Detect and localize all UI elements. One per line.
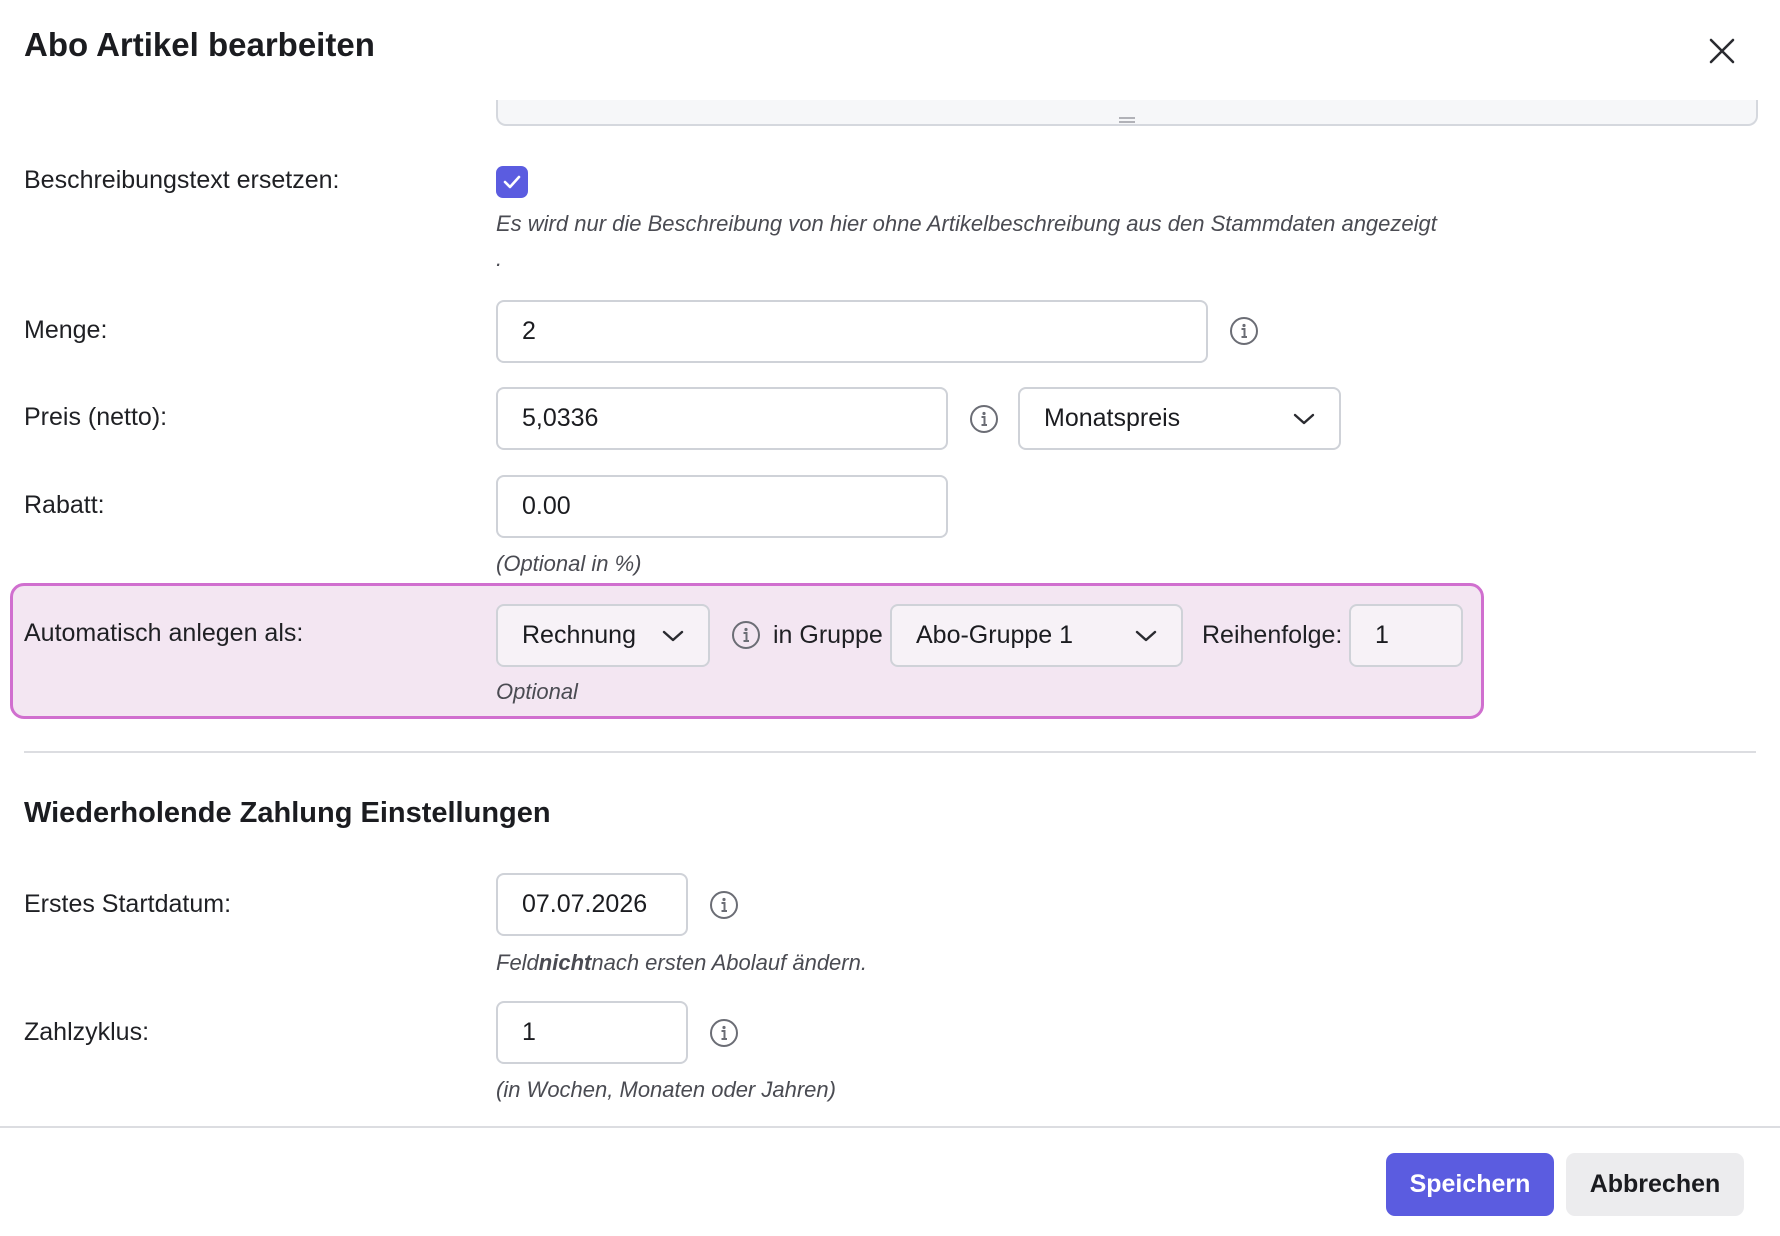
auto-create-group-select[interactable]: Abo-Gruppe 1 <box>890 604 1183 667</box>
auto-create-order-input[interactable]: 1 <box>1349 604 1463 667</box>
start-date-hint-prefix: Feld <box>496 950 539 975</box>
start-date-hint: Feldnichtnach ersten Abolauf ändern. <box>496 950 867 976</box>
start-date-info-icon[interactable] <box>709 890 739 920</box>
cycle-label: Zahlzyklus: <box>24 1018 150 1046</box>
cancel-button[interactable]: Abbrechen <box>1566 1153 1744 1216</box>
section-divider <box>24 751 1756 753</box>
description-replace-label: Beschreibungstext ersetzen: <box>24 166 340 194</box>
footer-divider <box>0 1126 1780 1128</box>
quantity-label: Menge: <box>24 316 108 344</box>
auto-create-hint: Optional <box>496 679 578 704</box>
close-icon[interactable] <box>1705 34 1739 68</box>
start-date-hint-bold: nicht <box>538 950 592 975</box>
quantity-info-icon[interactable] <box>1229 316 1259 346</box>
chevron-down-icon <box>662 630 684 641</box>
auto-create-order-value: 1 <box>1375 621 1389 649</box>
start-date-hint-suffix: nach ersten Abolauf ändern. <box>591 950 867 975</box>
check-icon <box>503 175 521 189</box>
start-date-label: Erstes Startdatum: <box>24 890 232 918</box>
auto-create-label: Automatisch anlegen als: <box>24 619 304 647</box>
auto-create-group-value: Abo-Gruppe 1 <box>916 621 1074 649</box>
price-period-value: Monatspreis <box>1044 404 1181 432</box>
price-period-select[interactable]: Monatspreis <box>1018 387 1341 450</box>
description-replace-hint-dot: . <box>496 246 503 271</box>
start-date-value: 07.07.2026 <box>522 890 648 918</box>
auto-create-type-select[interactable]: Rechnung <box>496 604 710 667</box>
auto-create-highlight <box>10 583 1484 719</box>
auto-create-info-icon[interactable] <box>731 620 761 650</box>
discount-hint: (Optional in %) <box>496 551 642 576</box>
cycle-value: 1 <box>522 1018 536 1046</box>
quantity-value: 2 <box>522 317 536 345</box>
description-replace-hint: Es wird nur die Beschreibung von hier oh… <box>496 211 1437 236</box>
cycle-hint: (in Wochen, Monaten oder Jahren) <box>496 1077 836 1102</box>
save-button[interactable]: Speichern <box>1386 1153 1554 1216</box>
price-info-icon[interactable] <box>969 404 999 434</box>
cycle-info-icon[interactable] <box>709 1018 739 1048</box>
quantity-input[interactable]: 2 <box>496 300 1208 363</box>
chevron-down-icon <box>1293 413 1315 424</box>
resize-grip-icon[interactable] <box>1119 111 1135 123</box>
cycle-input[interactable]: 1 <box>496 1001 688 1064</box>
auto-create-order-label: Reihenfolge: <box>1202 621 1343 649</box>
price-value: 5,0336 <box>522 404 599 432</box>
auto-create-group-label: in Gruppe <box>773 621 883 649</box>
description-replace-checkbox[interactable] <box>496 166 528 198</box>
discount-value: 0.00 <box>522 492 571 520</box>
start-date-input[interactable]: 07.07.2026 <box>496 873 688 936</box>
chevron-down-icon <box>1135 630 1157 641</box>
price-label: Preis (netto): <box>24 403 168 431</box>
auto-create-type-value: Rechnung <box>522 621 636 649</box>
price-input[interactable]: 5,0336 <box>496 387 948 450</box>
discount-input[interactable]: 0.00 <box>496 475 948 538</box>
discount-label: Rabatt: <box>24 491 105 519</box>
section-title: Wiederholende Zahlung Einstellungen <box>24 797 551 829</box>
dialog-title: Abo Artikel bearbeiten <box>24 26 375 63</box>
